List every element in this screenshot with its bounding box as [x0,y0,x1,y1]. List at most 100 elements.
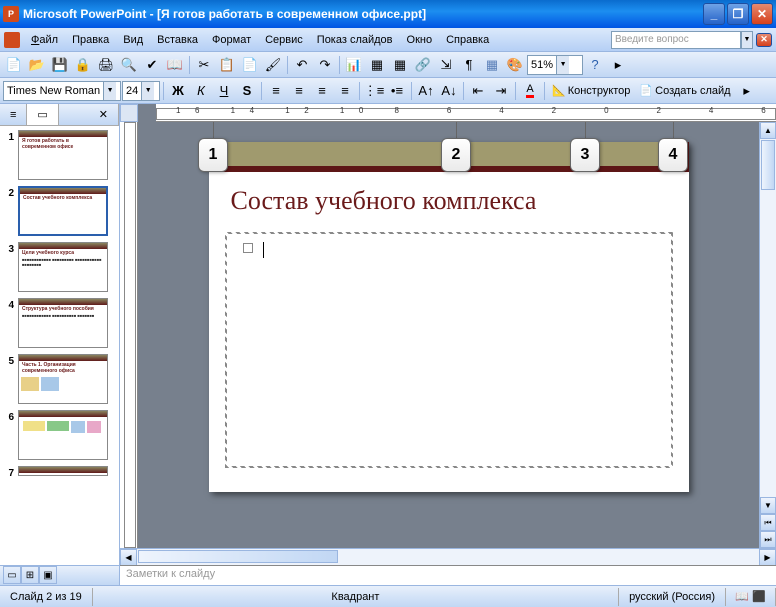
increase-indent-icon[interactable]: ⇥ [490,80,512,102]
expand-icon[interactable]: ⇲ [435,54,457,76]
slideshow-view-button[interactable]: ▣ [39,566,57,584]
doc-close-button[interactable]: ✕ [756,33,772,47]
menu-view[interactable]: Вид [116,31,150,49]
font-size-combo[interactable]: 24▼ [122,81,160,101]
slides-tab[interactable]: ▭ [27,104,58,125]
align-center-icon[interactable]: ≡ [288,80,310,102]
font-combo[interactable]: Times New Roman▼ [3,81,121,101]
menu-slideshow[interactable]: Показ слайдов [310,31,400,49]
document-icon[interactable] [4,32,20,48]
menu-format[interactable]: Формат [205,31,258,49]
new-icon[interactable]: 📄 [3,54,25,76]
notes-pane[interactable]: Заметки к слайду [120,565,776,585]
slide-thumbnails[interactable]: 1Я готов работать в современном офисе 2С… [0,126,119,565]
maximize-button[interactable]: ❐ [727,3,749,25]
cut-icon[interactable]: ✂ [193,54,215,76]
italic-button[interactable]: К [190,80,212,102]
menu-window[interactable]: Окно [400,31,440,49]
slide-panel: ≡ ▭ ✕ 1Я готов работать в современном оф… [0,104,120,585]
copy-icon[interactable]: 📋 [216,54,238,76]
formatting-toolbar: Times New Roman▼ 24▼ Ж К Ч S ≡ ≡ ≡ ≡ ⋮≡ … [0,78,776,104]
normal-view-button[interactable]: ▭ [3,566,21,584]
vertical-ruler[interactable] [120,122,138,548]
slide-canvas[interactable]: Состав учебного комплекса 1 2 3 4 [138,122,759,548]
decrease-indent-icon[interactable]: ⇤ [467,80,489,102]
chart-icon[interactable]: 📊 [343,54,365,76]
scroll-thumb[interactable] [761,140,775,190]
permission-icon[interactable]: 🔒 [72,54,94,76]
menu-insert[interactable]: Вставка [150,31,205,49]
redo-icon[interactable]: ↷ [314,54,336,76]
new-slide-button[interactable]: 📄 Создать слайд [635,84,734,97]
print-icon[interactable]: 🖨 [95,54,117,76]
undo-icon[interactable]: ↶ [291,54,313,76]
prev-slide-button[interactable]: ⏮ [760,514,776,531]
help-search-input[interactable]: Введите вопрос [611,31,741,49]
zoom-combo[interactable]: 51%▼ [527,55,583,75]
menu-file[interactable]: Файл [24,31,65,49]
content-placeholder[interactable] [223,230,675,470]
menu-edit[interactable]: Правка [65,31,116,49]
grid-icon[interactable]: ▦ [481,54,503,76]
spellcheck-status-icon[interactable]: 📖 [735,588,749,606]
save-status-icon: ⬛ [752,588,766,606]
menu-tools[interactable]: Сервис [258,31,310,49]
preview-icon[interactable]: 🔍 [118,54,140,76]
scroll-up-button[interactable]: ▲ [760,122,776,139]
vertical-scrollbar[interactable]: ▲ ▼ ⏮ ⏭ [759,122,776,548]
close-button[interactable]: ✕ [751,3,773,25]
scroll-right-button[interactable]: ▶ [759,549,776,566]
help-icon[interactable]: ? [584,54,606,76]
toolbar-options-icon[interactable]: ▸ [736,80,758,102]
align-left-icon[interactable]: ≡ [265,80,287,102]
hyperlink-icon[interactable]: 🔗 [412,54,434,76]
help-dropdown-icon[interactable]: ▼ [741,31,753,49]
research-icon[interactable]: 📖 [164,54,186,76]
next-slide-button[interactable]: ⏭ [760,531,776,548]
paste-icon[interactable]: 📄 [239,54,261,76]
thumb-2[interactable]: Состав учебного комплекса [18,186,108,236]
minimize-button[interactable]: _ [703,3,725,25]
spelling-icon[interactable]: ✔ [141,54,163,76]
thumb-5[interactable]: Часть 1. Организация современного офиса [18,354,108,404]
scroll-left-button[interactable]: ◀ [120,549,137,566]
open-icon[interactable]: 📂 [26,54,48,76]
toolbar-options-icon[interactable]: ▸ [607,54,629,76]
thumb-1[interactable]: Я готов работать в современном офисе [18,130,108,180]
format-painter-icon[interactable]: 🖌 [262,54,284,76]
slide-title[interactable]: Состав учебного комплекса [209,172,689,230]
scroll-down-button[interactable]: ▼ [760,497,776,514]
thumb-7[interactable] [18,466,108,476]
horizontal-ruler[interactable]: 16 14 12 10 8 6 4 2 0 2 4 6 8 10 12 14 1… [156,104,776,122]
menu-help[interactable]: Справка [439,31,496,49]
thumb-3[interactable]: Цели учебного курса■■■■■■■■■■■■ ■■■■■■■■… [18,242,108,292]
distributed-icon[interactable]: ≡ [334,80,356,102]
status-language[interactable]: русский (Россия) [619,588,726,606]
thumb-4[interactable]: Структура учебного пособия■■■■■■■■■■■■ ■… [18,298,108,348]
color-icon[interactable]: 🎨 [504,54,526,76]
sorter-view-button[interactable]: ⊞ [21,566,39,584]
panel-close-button[interactable]: ✕ [89,104,119,125]
save-icon[interactable]: 💾 [49,54,71,76]
font-color-icon[interactable]: A [519,80,541,102]
hscroll-thumb[interactable] [138,550,338,563]
thumb-6[interactable] [18,410,108,460]
show-formatting-icon[interactable]: ¶ [458,54,480,76]
increase-font-icon[interactable]: A↑ [415,80,437,102]
outline-tab[interactable]: ≡ [0,104,27,125]
underline-button[interactable]: Ч [213,80,235,102]
align-right-icon[interactable]: ≡ [311,80,333,102]
decrease-font-icon[interactable]: A↓ [438,80,460,102]
window-title: Microsoft PowerPoint - [Я готов работать… [23,7,703,21]
numbering-icon[interactable]: ⋮≡ [363,80,385,102]
bold-button[interactable]: Ж [167,80,189,102]
horizontal-scrollbar[interactable]: ◀ ▶ [120,548,776,565]
title-bar: P Microsoft PowerPoint - [Я готов работа… [0,0,776,28]
shadow-button[interactable]: S [236,80,258,102]
slide[interactable]: Состав учебного комплекса [209,142,689,492]
table-icon[interactable]: ▦ [366,54,388,76]
bullets-icon[interactable]: •≡ [386,80,408,102]
designer-button[interactable]: 📐 Конструктор [548,84,634,97]
callout-3: 3 [570,138,600,172]
tables-borders-icon[interactable]: ▦ [389,54,411,76]
